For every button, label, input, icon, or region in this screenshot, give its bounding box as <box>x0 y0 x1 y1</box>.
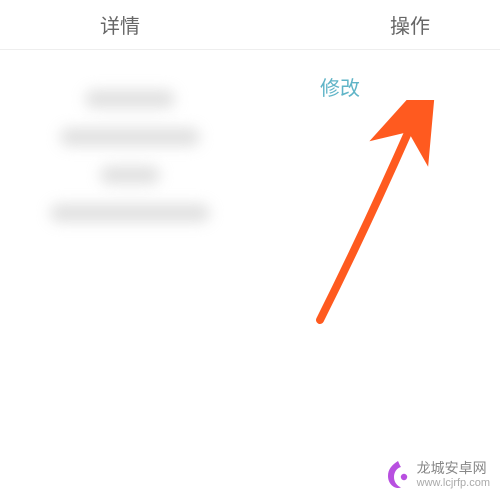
table-body: 修改 <box>0 50 500 262</box>
table-header: 详情 操作 <box>0 0 500 50</box>
redacted-text <box>85 90 175 108</box>
watermark-title: 龙城安卓网 <box>417 461 487 476</box>
column-header-action: 操作 <box>260 0 500 49</box>
details-cell <box>0 50 260 262</box>
redacted-text <box>100 166 160 184</box>
redacted-text <box>60 128 200 146</box>
redacted-text <box>50 204 210 222</box>
watermark-logo-icon <box>385 460 411 490</box>
watermark: 龙城安卓网 www.lcjrfp.com <box>385 460 490 490</box>
column-header-details: 详情 <box>0 0 260 49</box>
edit-link[interactable]: 修改 <box>320 72 360 101</box>
watermark-url: www.lcjrfp.com <box>417 477 490 489</box>
action-cell: 修改 <box>260 50 500 262</box>
